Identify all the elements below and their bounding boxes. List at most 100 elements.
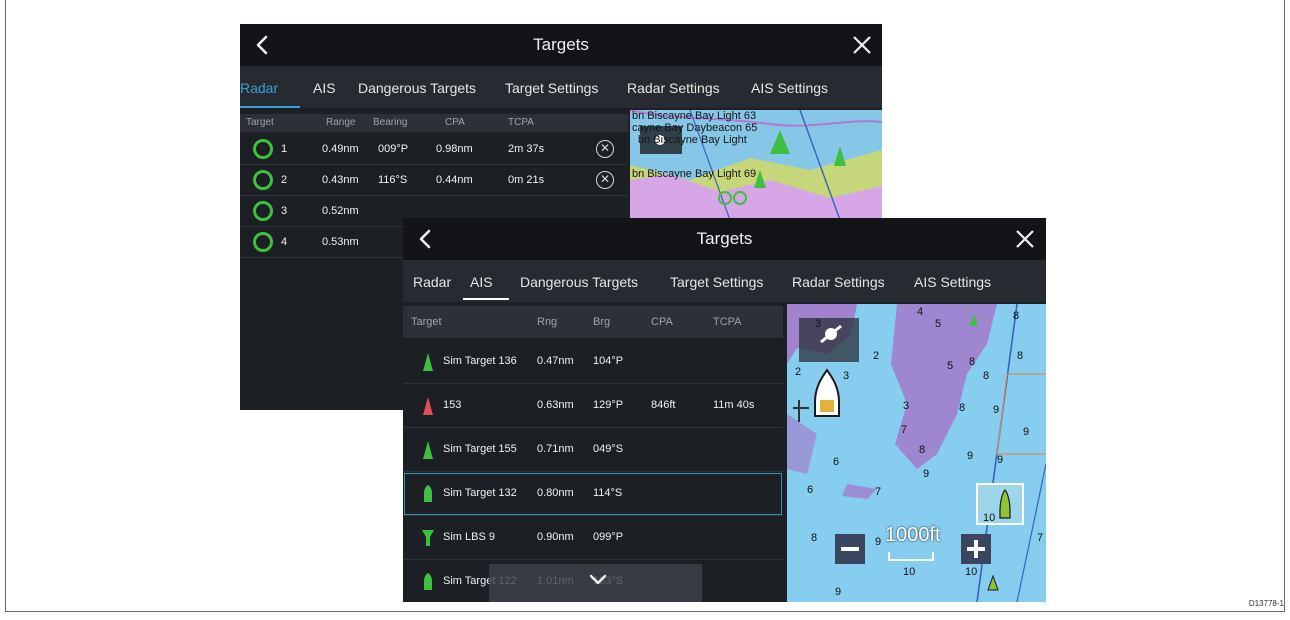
tab-ais[interactable]: AIS — [313, 80, 336, 96]
tab-dangerous-targets[interactable]: Dangerous Targets — [520, 274, 638, 290]
chart-label: bn Biscayne Bay Light — [638, 134, 747, 146]
depth-sounding: 7 — [875, 486, 882, 498]
target-cpa: 0.98nm — [436, 143, 473, 155]
table-header: Target Range Bearing CPA TCPA — [240, 114, 628, 132]
map-scale-label: 1000ft — [885, 524, 941, 546]
target-range: 0.63nm — [537, 399, 574, 411]
chart-view[interactable]: bn Biscayne Bay Light 63 cayne Bay Daybe… — [630, 110, 882, 220]
ais-green-triangle-icon — [423, 353, 433, 371]
target-bearing: 114°S — [593, 487, 623, 499]
target-range: 0.52nm — [322, 205, 359, 217]
depth-sounding: 9 — [875, 536, 882, 548]
ais-green-triangle-icon — [423, 441, 433, 459]
depth-sounding: 2 — [795, 366, 802, 378]
table-row[interactable]: 153 0.63nm 129°P 846ft 11m 40s — [403, 384, 783, 428]
depth-sounding: 8 — [919, 444, 926, 456]
radar-target-ring-icon — [253, 232, 273, 252]
target-cpa: 846ft — [651, 399, 676, 411]
depth-sounding: 9 — [923, 468, 930, 480]
close-icon[interactable] — [1015, 229, 1035, 249]
target-bearing: 099°P — [593, 531, 624, 543]
depth-sounding: 5 — [947, 360, 954, 372]
target-id: 2 — [281, 174, 288, 186]
depth-sounding: 10 — [903, 566, 916, 578]
table-header: Target Rng Brg CPA TCPA — [403, 306, 783, 338]
depth-sounding: 10 — [983, 512, 996, 524]
depth-sounding: 8 — [1017, 350, 1024, 362]
depth-sounding: 3 — [903, 400, 910, 412]
target-range: 0.80nm — [537, 487, 574, 499]
column-rng: Rng — [537, 316, 558, 328]
chevron-down-icon[interactable] — [589, 574, 607, 586]
tab-dangerous-targets[interactable]: Dangerous Targets — [358, 80, 476, 96]
title-bar: Targets — [240, 24, 882, 66]
depth-sounding: 6 — [833, 456, 840, 468]
chart-label: bn Biscayne Bay Light 69 — [632, 168, 757, 180]
column-bearing: Bearing — [373, 117, 408, 128]
tab-radar-settings[interactable]: Radar Settings — [792, 274, 885, 290]
tab-ais[interactable]: AIS — [470, 274, 493, 290]
tab-ais-settings[interactable]: AIS Settings — [914, 274, 991, 290]
cancel-target-icon[interactable]: ✕ — [596, 171, 614, 189]
tab-ais-settings[interactable]: AIS Settings — [751, 80, 828, 96]
depth-sounding: 10 — [965, 566, 978, 578]
target-id: 4 — [281, 236, 288, 248]
zoom-in-button[interactable] — [961, 534, 991, 564]
depth-sounding: 7 — [901, 424, 908, 436]
depth-sounding: 8 — [969, 356, 976, 368]
close-icon[interactable] — [852, 35, 872, 55]
ais-red-triangle-icon — [423, 397, 433, 415]
column-tcpa: TCPA — [508, 117, 534, 128]
target-bearing: 116°S — [378, 174, 408, 186]
column-brg: Brg — [593, 316, 611, 328]
target-bearing: 129°P — [593, 399, 624, 411]
depth-sounding: 3 — [843, 370, 850, 382]
table-row[interactable]: Sim Target 132 0.80nm 114°S — [403, 472, 783, 516]
radar-target-ring-icon — [253, 139, 273, 159]
table-row[interactable]: Sim LBS 9 0.90nm 099°P — [403, 516, 783, 560]
tab-radar-settings[interactable]: Radar Settings — [627, 80, 720, 96]
depth-sounding: 9 — [993, 404, 1000, 416]
depth-sounding: 9 — [1023, 426, 1030, 438]
active-tab-indicator — [463, 298, 509, 300]
tab-target-settings[interactable]: Target Settings — [670, 274, 763, 290]
depth-sounding: 4 — [917, 306, 924, 318]
zoom-out-button[interactable] — [835, 534, 865, 564]
table-row[interactable]: Sim Target 136 0.47nm 104°P — [403, 340, 783, 384]
depth-sounding: 8 — [811, 532, 818, 544]
target-id: 1 — [281, 143, 288, 155]
column-target: Target — [246, 117, 274, 128]
tab-bar: Radar AIS Dangerous Targets Target Setti… — [403, 260, 1046, 302]
table-row[interactable]: 1 0.49nm 009°P 0.98nm 2m 37s ✕ — [240, 134, 628, 165]
tab-target-settings[interactable]: Target Settings — [505, 80, 598, 96]
document-id: D13778-1 — [1248, 599, 1284, 608]
depth-sounding: 8 — [959, 402, 966, 414]
target-range: 0.90nm — [537, 531, 574, 543]
chart-label: bn Biscayne Bay Light 63 — [632, 110, 757, 122]
table-row[interactable]: Sim Target 155 0.71nm 049°S — [403, 428, 783, 472]
table-row[interactable]: 2 0.43nm 116°S 0.44nm 0m 21s ✕ — [240, 165, 628, 196]
window-title: Targets — [696, 229, 753, 248]
column-cpa: CPA — [445, 117, 465, 128]
target-bearing: 009°P — [378, 143, 409, 155]
tab-bar: Radar AIS Dangerous Targets Target Setti… — [240, 66, 882, 108]
target-bearing: 104°P — [593, 355, 624, 367]
active-tab-indicator — [240, 106, 300, 108]
lbs-funnel-icon — [422, 530, 434, 546]
target-tcpa: 2m 37s — [508, 143, 545, 155]
target-range: 0.49nm — [322, 143, 359, 155]
target-id: 3 — [281, 205, 288, 217]
chart-view[interactable]: 3 2 4 5 8 8 8 2 3 5 8 3 8 9 7 9 6 8 9 9 6 7 9 8 9 10 10 10 7 9 1000ft — [787, 304, 1046, 602]
target-range: 0.53nm — [322, 236, 359, 248]
chart-background — [787, 304, 1046, 602]
target-range: 0.71nm — [537, 443, 574, 455]
target-tcpa: 11m 40s — [713, 399, 755, 411]
column-tcpa: TCPA — [713, 316, 742, 328]
target-name: 153 — [443, 399, 462, 411]
cancel-target-icon[interactable]: ✕ — [596, 140, 614, 158]
column-range: Range — [326, 117, 356, 128]
title-bar: Targets — [403, 218, 1046, 260]
tab-radar[interactable]: Radar — [413, 274, 451, 290]
target-range: 0.47nm — [537, 355, 574, 367]
tab-radar[interactable]: Radar — [240, 80, 278, 96]
